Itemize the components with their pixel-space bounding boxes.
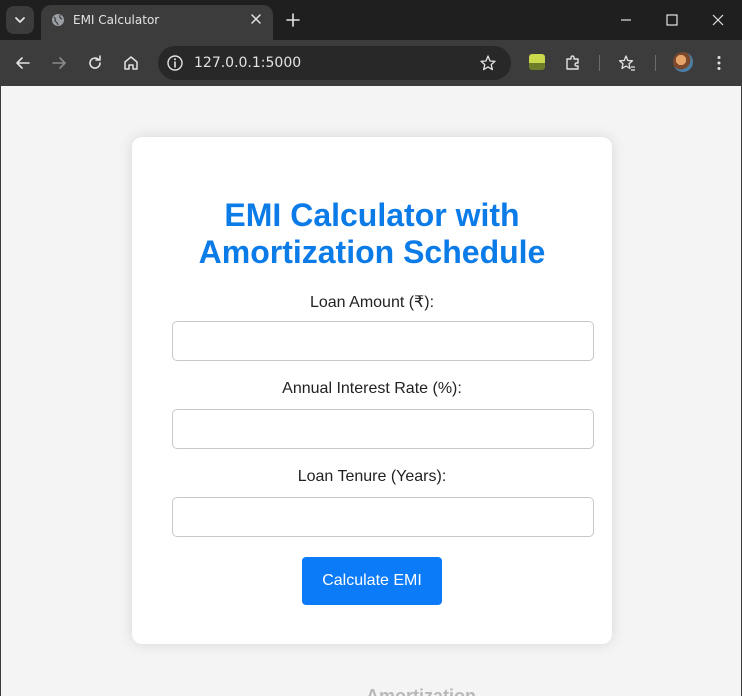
profile-avatar[interactable] <box>673 52 693 72</box>
maximize-icon[interactable] <box>662 10 682 30</box>
site-info-icon[interactable] <box>166 54 184 72</box>
new-tab-icon[interactable] <box>283 10 303 30</box>
calculate-emi-button[interactable]: Calculate EMI <box>302 557 442 605</box>
loan-tenure-input[interactable] <box>172 497 594 537</box>
toolbar-divider <box>599 55 600 71</box>
close-tab-icon[interactable] <box>249 12 263 26</box>
toolbar-divider <box>655 55 656 71</box>
page-viewport: EMI Calculator with Amortization Schedul… <box>0 86 742 696</box>
partial-section-heading: Amortization Schedule <box>366 686 476 696</box>
active-tab[interactable]: EMI Calculator <box>41 5 273 40</box>
calculator-card: EMI Calculator with Amortization Schedul… <box>132 137 612 644</box>
close-window-icon[interactable] <box>708 10 728 30</box>
minimize-icon[interactable] <box>616 10 636 30</box>
tab-title: EMI Calculator <box>73 13 160 27</box>
page-title: EMI Calculator with Amortization Schedul… <box>198 197 546 270</box>
more-menu-icon[interactable] <box>709 53 729 73</box>
chevron-down-icon <box>15 17 25 23</box>
forward-arrow-icon[interactable] <box>49 53 69 73</box>
loan-amount-input[interactable] <box>172 321 594 361</box>
globe-icon <box>52 14 64 26</box>
reload-icon[interactable] <box>85 53 105 73</box>
bookmarks-star-list-icon[interactable] <box>617 53 637 73</box>
browser-toolbar: 127.0.0.1:5000 <box>0 40 742 86</box>
interest-rate-input[interactable] <box>172 409 594 449</box>
bookmark-star-icon[interactable] <box>479 54 497 72</box>
extension-app-icon[interactable] <box>529 54 545 70</box>
extensions-puzzle-icon[interactable] <box>563 53 583 73</box>
interest-rate-label: Annual Interest Rate (%): <box>282 380 462 397</box>
loan-tenure-label: Loan Tenure (Years): <box>297 468 447 485</box>
url-text[interactable]: 127.0.0.1:5000 <box>194 55 301 71</box>
tab-search-button[interactable] <box>6 6 34 34</box>
browser-window: EMI Calculator 127.0.0.1:5000 EMI Calcul… <box>0 0 742 696</box>
address-bar[interactable]: 127.0.0.1:5000 <box>158 46 511 80</box>
back-arrow-icon[interactable] <box>13 53 33 73</box>
loan-amount-label: Loan Amount (₹): <box>309 294 435 311</box>
home-icon[interactable] <box>121 53 141 73</box>
tab-strip: EMI Calculator <box>0 0 742 40</box>
